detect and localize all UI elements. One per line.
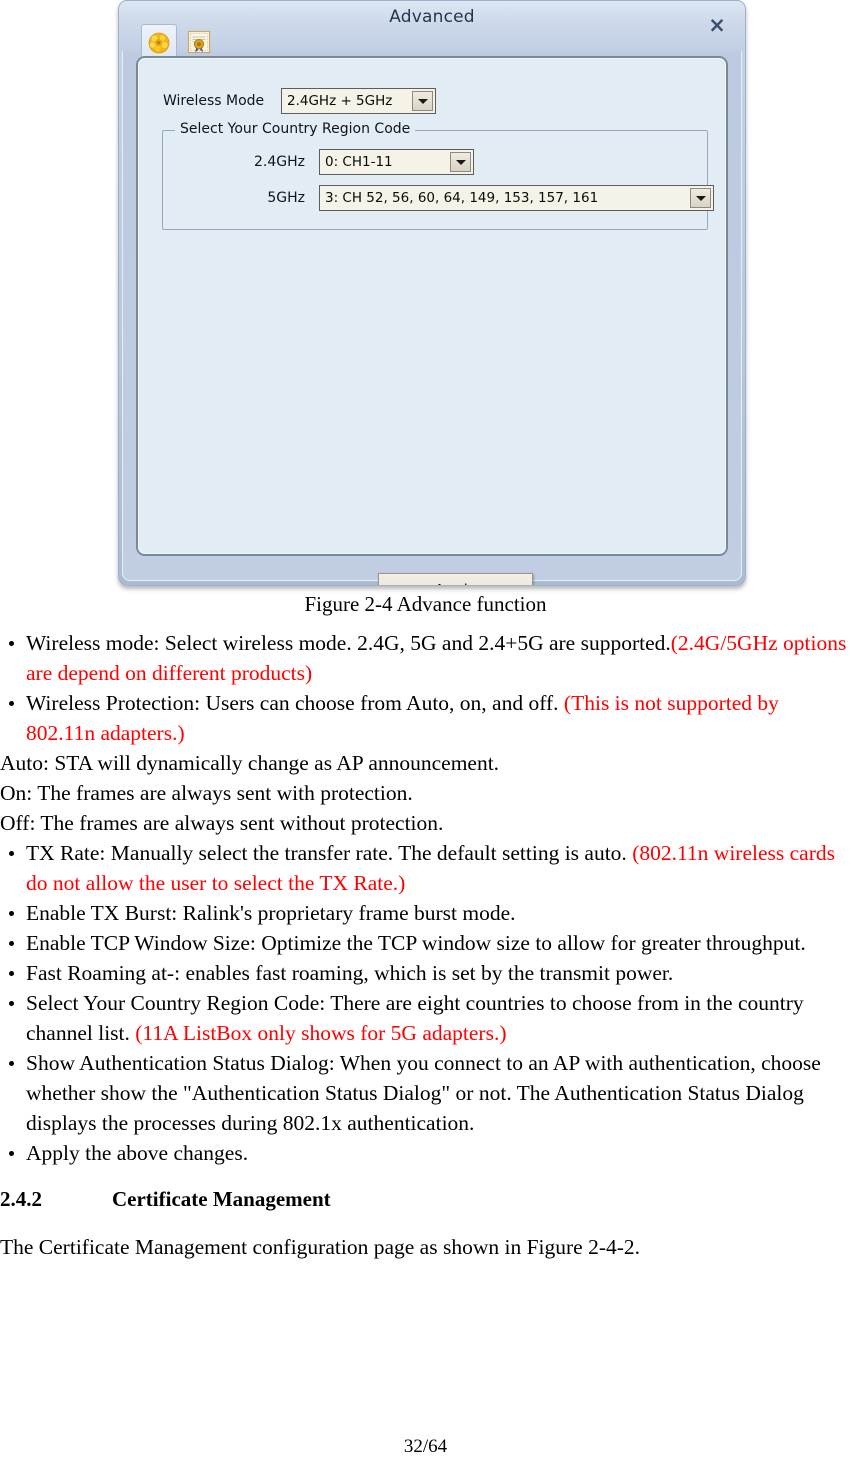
bullet-text-black: Fast Roaming at-: enables fast roaming, … bbox=[26, 961, 674, 985]
section-heading: 2.4.2 Certificate Management bbox=[0, 1184, 851, 1214]
region-5ghz-select[interactable]: 3: CH 52, 56, 60, 64, 149, 153, 157, 161 bbox=[319, 185, 714, 211]
chevron-down-icon[interactable] bbox=[412, 91, 433, 111]
paragraph-auto: Auto: STA will dynamically change as AP … bbox=[0, 751, 500, 775]
certificate-seal-icon bbox=[187, 30, 211, 54]
tab-certificate[interactable] bbox=[181, 24, 217, 60]
list-item: Apply the above changes. bbox=[0, 1138, 851, 1168]
page-footer: 32/64 bbox=[403, 1436, 448, 1457]
list-item: Select Your Country Region Code: There a… bbox=[0, 988, 851, 1048]
chevron-down-icon[interactable] bbox=[450, 152, 471, 172]
section-title: Certificate Management bbox=[112, 1187, 331, 1211]
region-row-5ghz: 5GHz 3: CH 52, 56, 60, 64, 149, 153, 157… bbox=[177, 185, 714, 211]
wireless-mode-row: Wireless Mode 2.4GHz + 5GHz bbox=[163, 88, 436, 114]
close-icon[interactable]: × bbox=[705, 13, 729, 37]
list-item: Fast Roaming at-: enables fast roaming, … bbox=[0, 958, 851, 988]
figure-advanced-function: Advanced × Wireless Mode 2.4GHz + 5GHz S… bbox=[0, 0, 851, 616]
gear-flower-icon bbox=[148, 32, 170, 53]
country-region-groupbox-title: Select Your Country Region Code bbox=[175, 121, 416, 137]
list-item: Enable TX Burst: Ralink's proprietary fr… bbox=[0, 898, 851, 928]
region-row-24ghz: 2.4GHz 0: CH1-11 bbox=[177, 149, 474, 175]
closing-paragraph: The Certificate Management configuration… bbox=[0, 1235, 641, 1259]
wireless-mode-value: 2.4GHz + 5GHz bbox=[287, 93, 393, 109]
list-item: TX Rate: Manually select the transfer ra… bbox=[0, 838, 851, 898]
list-item: Wireless Protection: Users can choose fr… bbox=[0, 688, 851, 748]
apply-button[interactable]: Apply bbox=[378, 573, 533, 585]
advanced-dialog-window: Advanced × Wireless Mode 2.4GHz + 5GHz S… bbox=[118, 0, 746, 586]
region-5ghz-value: 3: CH 52, 56, 60, 64, 149, 153, 157, 161 bbox=[325, 190, 599, 206]
bullet-text-black: Enable TCP Window Size: Optimize the TCP… bbox=[26, 931, 806, 955]
bullet-text-black: Wireless Protection: Users can choose fr… bbox=[26, 691, 564, 715]
chevron-down-icon[interactable] bbox=[690, 188, 711, 208]
advanced-tab-panel: Wireless Mode 2.4GHz + 5GHz Select Your … bbox=[136, 56, 728, 585]
bullet-list-1: Wireless mode: Select wireless mode. 2.4… bbox=[0, 628, 851, 748]
bullet-text-black: Wireless mode: Select wireless mode. 2.4… bbox=[26, 631, 671, 655]
region-24ghz-select[interactable]: 0: CH1-11 bbox=[319, 149, 474, 175]
paragraph-off: Off: The frames are always sent without … bbox=[0, 811, 444, 835]
document-body: Wireless mode: Select wireless mode. 2.4… bbox=[0, 628, 851, 1262]
tab-advanced[interactable] bbox=[141, 24, 177, 60]
wireless-mode-select[interactable]: 2.4GHz + 5GHz bbox=[281, 88, 436, 114]
paragraph-on: On: The frames are always sent with prot… bbox=[0, 781, 413, 805]
figure-caption: Figure 2-4 Advance function bbox=[304, 592, 547, 616]
country-region-groupbox: Select Your Country Region Code 2.4GHz 0… bbox=[162, 121, 714, 230]
dialog-tabstrip bbox=[141, 20, 217, 60]
list-item: Show Authentication Status Dialog: When … bbox=[0, 1048, 851, 1138]
bullet-text-black: Apply the above changes. bbox=[26, 1141, 249, 1165]
section-number: 2.4.2 bbox=[0, 1187, 42, 1211]
bullet-text-black: TX Rate: Manually select the transfer ra… bbox=[26, 841, 633, 865]
region-24ghz-label: 2.4GHz bbox=[254, 154, 305, 170]
bullet-text-black: Show Authentication Status Dialog: When … bbox=[26, 1051, 821, 1135]
bullet-list-2: TX Rate: Manually select the transfer ra… bbox=[0, 838, 851, 1168]
region-5ghz-label: 5GHz bbox=[267, 190, 305, 206]
list-item: Enable TCP Window Size: Optimize the TCP… bbox=[0, 928, 851, 958]
region-24ghz-value: 0: CH1-11 bbox=[325, 154, 393, 170]
bullet-text-black: Enable TX Burst: Ralink's proprietary fr… bbox=[26, 901, 516, 925]
bullet-text-red: (11A ListBox only shows for 5G adapters.… bbox=[135, 1021, 507, 1045]
wireless-mode-label: Wireless Mode bbox=[163, 93, 265, 109]
list-item: Wireless mode: Select wireless mode. 2.4… bbox=[0, 628, 851, 688]
